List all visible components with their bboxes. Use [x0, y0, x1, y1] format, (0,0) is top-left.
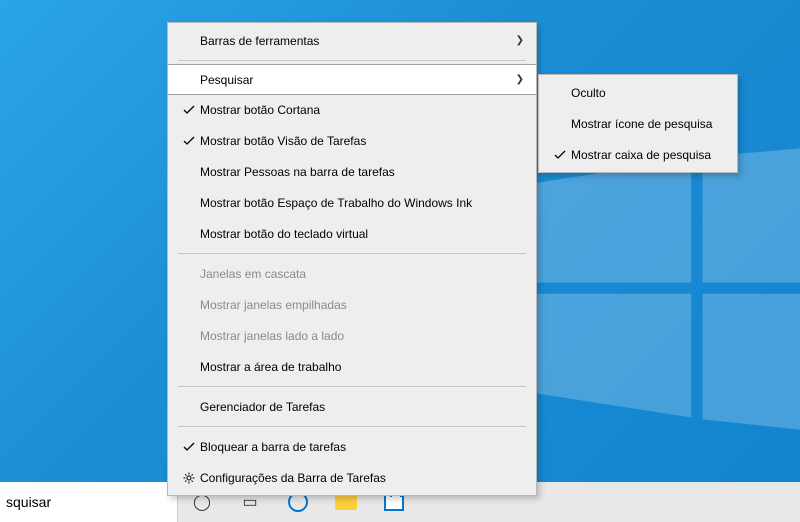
menu-item-label: Mostrar a área de trabalho [200, 360, 524, 374]
menu-item-windows-ink[interactable]: Mostrar botão Espaço de Trabalho do Wind… [168, 187, 536, 218]
menu-item-label: Gerenciador de Tarefas [200, 400, 524, 414]
search-submenu: Oculto Mostrar ícone de pesquisa Mostrar… [538, 74, 738, 173]
taskbar-search-text: squisar [6, 494, 51, 510]
menu-item-people[interactable]: Mostrar Pessoas na barra de tarefas [168, 156, 536, 187]
menu-item-label: Mostrar ícone de pesquisa [571, 117, 725, 131]
check-icon [178, 441, 200, 453]
menu-item-label: Mostrar Pessoas na barra de tarefas [200, 165, 524, 179]
menu-item-taskbar-settings[interactable]: Configurações da Barra de Tarefas [168, 462, 536, 493]
menu-item-label: Pesquisar [200, 73, 516, 87]
submenu-item-hidden[interactable]: Oculto [539, 77, 737, 108]
menu-item-label: Bloquear a barra de tarefas [200, 440, 524, 454]
menu-item-toolbars[interactable]: Barras de ferramentas ❯ [168, 25, 536, 56]
menu-item-label: Barras de ferramentas [200, 34, 516, 48]
submenu-item-show-icon[interactable]: Mostrar ícone de pesquisa [539, 108, 737, 139]
menu-separator [178, 386, 526, 387]
menu-separator [178, 60, 526, 61]
check-icon [549, 149, 571, 161]
menu-item-label: Janelas em cascata [200, 267, 524, 281]
menu-item-label: Mostrar botão Cortana [200, 103, 524, 117]
check-icon [178, 135, 200, 147]
check-icon [178, 104, 200, 116]
menu-item-stacked: Mostrar janelas empilhadas [168, 289, 536, 320]
folder-icon [335, 494, 357, 510]
menu-item-label: Mostrar janelas lado a lado [200, 329, 524, 343]
windows-logo-backdrop [510, 140, 800, 443]
menu-separator [178, 426, 526, 427]
menu-item-search[interactable]: Pesquisar ❯ [168, 64, 536, 95]
menu-item-touch-keyboard[interactable]: Mostrar botão do teclado virtual [168, 218, 536, 249]
menu-item-label: Configurações da Barra de Tarefas [200, 471, 524, 485]
chevron-right-icon: ❯ [516, 35, 524, 46]
submenu-item-show-box[interactable]: Mostrar caixa de pesquisa [539, 139, 737, 170]
menu-item-task-manager[interactable]: Gerenciador de Tarefas [168, 391, 536, 422]
menu-item-label: Mostrar botão do teclado virtual [200, 227, 524, 241]
gear-icon [178, 472, 200, 484]
menu-item-cascade: Janelas em cascata [168, 258, 536, 289]
taskbar-search-box[interactable]: squisar [0, 482, 178, 522]
menu-item-label: Mostrar botão Visão de Tarefas [200, 134, 524, 148]
menu-separator [178, 253, 526, 254]
taskbar-context-menu: Barras de ferramentas ❯ Pesquisar ❯ Most… [167, 22, 537, 496]
menu-item-show-desktop[interactable]: Mostrar a área de trabalho [168, 351, 536, 382]
menu-item-lock-taskbar[interactable]: Bloquear a barra de tarefas [168, 431, 536, 462]
menu-item-side-by-side: Mostrar janelas lado a lado [168, 320, 536, 351]
menu-item-taskview[interactable]: Mostrar botão Visão de Tarefas [168, 125, 536, 156]
menu-item-cortana[interactable]: Mostrar botão Cortana [168, 94, 536, 125]
menu-item-label: Oculto [571, 86, 725, 100]
chevron-right-icon: ❯ [516, 74, 524, 85]
menu-item-label: Mostrar botão Espaço de Trabalho do Wind… [200, 196, 524, 210]
menu-item-label: Mostrar caixa de pesquisa [571, 148, 725, 162]
menu-item-label: Mostrar janelas empilhadas [200, 298, 524, 312]
